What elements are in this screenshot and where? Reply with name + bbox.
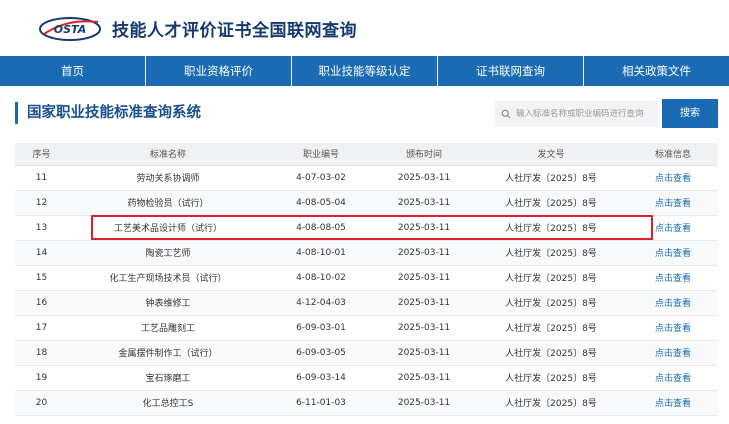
table-row: 17 工艺品雕刻工 6-09-03-01 2025-03-11 人社厅发〔202…	[15, 315, 718, 341]
view-link[interactable]: 点击查看	[628, 215, 718, 241]
cell-name: 金属摆件制作工（试行）	[68, 340, 268, 366]
cell-name: 化工总控工S	[68, 390, 268, 416]
cell-name: 工艺品雕刻工	[68, 315, 268, 341]
cell-date: 2025-03-11	[374, 365, 474, 391]
nav-item-certificate-query[interactable]: 证书联网查询	[438, 56, 584, 86]
cell-doc: 人社厅发〔2025〕8号	[474, 340, 628, 366]
search-input[interactable]	[516, 109, 656, 119]
table-header-row: 序号 标准名称 职业编号 颁布时间 发文号 标准信息	[15, 143, 718, 166]
cell-code: 4-07-03-02	[268, 165, 374, 191]
cell-date: 2025-03-11	[374, 290, 474, 316]
view-link[interactable]: 点击查看	[628, 165, 718, 191]
nav-item-policy-documents[interactable]: 相关政策文件	[584, 56, 729, 86]
cell-code: 4-08-10-01	[268, 240, 374, 266]
logo-text: OSTA	[54, 23, 86, 36]
cell-doc: 人社厅发〔2025〕8号	[474, 265, 628, 291]
view-link[interactable]: 点击查看	[628, 290, 718, 316]
cell-doc: 人社厅发〔2025〕8号	[474, 365, 628, 391]
page-title: 国家职业技能标准查询系统	[15, 102, 201, 124]
cell-doc: 人社厅发〔2025〕8号	[474, 240, 628, 266]
table-row: 14 陶瓷工艺师 4-08-10-01 2025-03-11 人社厅发〔2025…	[15, 240, 718, 266]
header-no: 序号	[15, 143, 68, 166]
table-row: 16 钟表维修工 4-12-04-03 2025-03-11 人社厅发〔2025…	[15, 290, 718, 316]
cell-date: 2025-03-11	[374, 190, 474, 216]
table-row: 12 药物检验员（试行） 4-08-05-04 2025-03-11 人社厅发〔…	[15, 190, 718, 216]
cell-name: 宝石琢磨工	[68, 365, 268, 391]
view-link[interactable]: 点击查看	[628, 365, 718, 391]
cell-doc: 人社厅发〔2025〕8号	[474, 390, 628, 416]
site-title: 技能人才评价证书全国联网查询	[112, 21, 357, 41]
cell-name: 化工生产现场技术员（试行）	[68, 265, 268, 291]
nav-item-qualification-evaluation[interactable]: 职业资格评价	[146, 56, 292, 86]
header-info: 标准信息	[628, 143, 718, 166]
search-box	[495, 101, 658, 127]
site-header: OSTA 技能人才评价证书全国联网查询	[0, 0, 729, 56]
cell-date: 2025-03-11	[374, 340, 474, 366]
header-name: 标准名称	[68, 143, 268, 166]
cell-name: 工艺美术品设计师（试行）	[68, 215, 268, 241]
table-row: 19 宝石琢磨工 6-09-03-14 2025-03-11 人社厅发〔2025…	[15, 365, 718, 391]
table-row: 20 化工总控工S 6-11-01-03 2025-03-11 人社厅发〔202…	[15, 390, 718, 416]
cell-date: 2025-03-11	[374, 215, 474, 241]
nav-item-skill-level-certification[interactable]: 职业技能等级认定	[292, 56, 438, 86]
cell-doc: 人社厅发〔2025〕8号	[474, 315, 628, 341]
standards-table: 序号 标准名称 职业编号 颁布时间 发文号 标准信息 11 劳动关系协调师 4-…	[15, 143, 718, 416]
table-row: 13 工艺美术品设计师（试行） 4-08-08-05 2025-03-11 人社…	[15, 215, 718, 241]
cell-code: 4-08-10-02	[268, 265, 374, 291]
cell-doc: 人社厅发〔2025〕8号	[474, 215, 628, 241]
cell-name: 钟表维修工	[68, 290, 268, 316]
cell-code: 6-09-03-14	[268, 365, 374, 391]
view-link[interactable]: 点击查看	[628, 265, 718, 291]
cell-code: 4-12-04-03	[268, 290, 374, 316]
cell-code: 4-08-08-05	[268, 215, 374, 241]
view-link[interactable]: 点击查看	[628, 340, 718, 366]
search-icon	[496, 101, 516, 127]
cell-no: 17	[15, 315, 68, 341]
cell-code: 6-09-03-05	[268, 340, 374, 366]
cell-no: 15	[15, 265, 68, 291]
cell-no: 18	[15, 340, 68, 366]
header-doc: 发文号	[474, 143, 628, 166]
cell-code: 6-11-01-03	[268, 390, 374, 416]
cell-name: 陶瓷工艺师	[68, 240, 268, 266]
cell-date: 2025-03-11	[374, 390, 474, 416]
view-link[interactable]: 点击查看	[628, 315, 718, 341]
table-row: 18 金属摆件制作工（试行） 6-09-03-05 2025-03-11 人社厅…	[15, 340, 718, 366]
cell-date: 2025-03-11	[374, 240, 474, 266]
cell-name: 药物检验员（试行）	[68, 190, 268, 216]
cell-doc: 人社厅发〔2025〕8号	[474, 190, 628, 216]
search-button[interactable]: 搜索	[662, 99, 718, 128]
header-code: 职业编号	[268, 143, 374, 166]
table-row: 11 劳动关系协调师 4-07-03-02 2025-03-11 人社厅发〔20…	[15, 165, 718, 191]
table-row: 15 化工生产现场技术员（试行） 4-08-10-02 2025-03-11 人…	[15, 265, 718, 291]
cell-doc: 人社厅发〔2025〕8号	[474, 290, 628, 316]
view-link[interactable]: 点击查看	[628, 190, 718, 216]
cell-doc: 人社厅发〔2025〕8号	[474, 165, 628, 191]
cell-code: 6-09-03-01	[268, 315, 374, 341]
cell-code: 4-08-05-04	[268, 190, 374, 216]
view-link[interactable]: 点击查看	[628, 390, 718, 416]
cell-no: 12	[15, 190, 68, 216]
osta-logo[interactable]: OSTA	[38, 14, 102, 42]
main-nav: 首页 职业资格评价 职业技能等级认定 证书联网查询 相关政策文件	[0, 56, 729, 86]
view-link[interactable]: 点击查看	[628, 240, 718, 266]
cell-date: 2025-03-11	[374, 165, 474, 191]
cell-no: 20	[15, 390, 68, 416]
header-date: 颁布时间	[374, 143, 474, 166]
cell-name: 劳动关系协调师	[68, 165, 268, 191]
cell-no: 19	[15, 365, 68, 391]
cell-no: 13	[15, 215, 68, 241]
nav-item-home[interactable]: 首页	[0, 56, 146, 86]
cell-date: 2025-03-11	[374, 265, 474, 291]
cell-no: 11	[15, 165, 68, 191]
cell-no: 16	[15, 290, 68, 316]
cell-date: 2025-03-11	[374, 315, 474, 341]
cell-no: 14	[15, 240, 68, 266]
